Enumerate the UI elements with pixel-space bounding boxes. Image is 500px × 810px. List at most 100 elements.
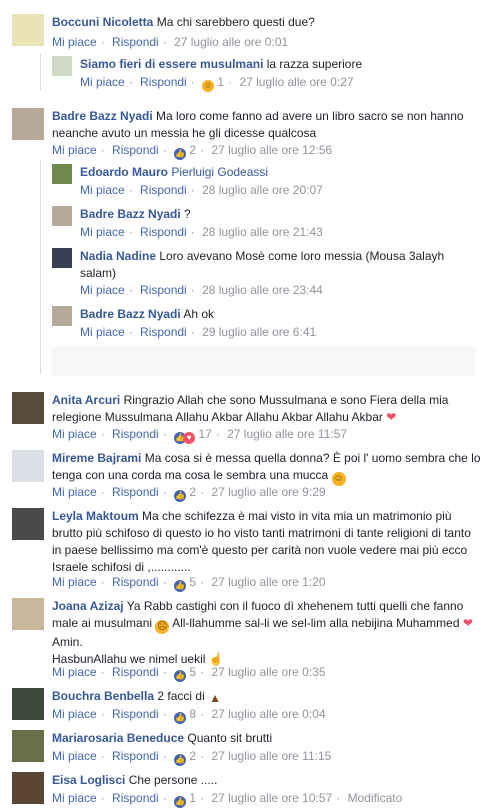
avatar[interactable] — [12, 14, 44, 46]
like-link[interactable]: Mi piace — [52, 665, 97, 679]
author-name[interactable]: Mariarosaria Beneduce — [52, 731, 184, 745]
like-link[interactable]: Mi piace — [80, 325, 125, 339]
reply-link[interactable]: Rispondi — [112, 143, 159, 157]
comment-text: Che persone ..... — [128, 773, 218, 787]
author-name[interactable]: Edoardo Mauro — [80, 165, 168, 179]
timestamp[interactable]: 27 luglio alle ore 11:57 — [227, 427, 347, 441]
like-reaction-icon[interactable]: 👍 — [174, 796, 187, 808]
timestamp[interactable]: 27 luglio alle ore 0:04 — [211, 707, 325, 721]
like-link[interactable]: Mi piace — [52, 143, 97, 157]
timestamp[interactable]: 27 luglio alle ore 12:56 — [211, 143, 332, 157]
author-name[interactable]: Mireme Bajrami — [52, 451, 141, 465]
reply-link[interactable]: Rispondi — [112, 749, 159, 763]
author-name[interactable]: Siamo fieri di essere musulmani — [80, 57, 263, 71]
timestamp[interactable]: 27 luglio alle ore 1:20 — [211, 575, 325, 589]
like-link[interactable]: Mi piace — [52, 707, 97, 721]
reaction-count[interactable]: 2 — [189, 485, 196, 499]
like-link[interactable]: Mi piace — [80, 183, 125, 197]
comment-text: ? — [184, 207, 191, 221]
author-name[interactable]: Badre Bazz Nyadi — [80, 207, 181, 221]
author-name[interactable]: Badre Bazz Nyadi — [52, 109, 153, 123]
avatar[interactable] — [12, 392, 44, 424]
mention-link[interactable]: Pierluigi Godeassi — [171, 165, 268, 179]
avatar[interactable] — [12, 688, 44, 720]
timestamp[interactable]: 27 luglio alle ore 0:27 — [239, 75, 353, 89]
timestamp[interactable]: 28 luglio alle ore 20:07 — [202, 183, 323, 197]
reply-link[interactable]: Rispondi — [112, 427, 159, 441]
reaction-count[interactable]: 2 — [189, 143, 196, 157]
author-name[interactable]: Bouchra Benbella — [52, 689, 154, 703]
like-reaction-icon[interactable]: 👍 — [174, 754, 187, 766]
timestamp[interactable]: 29 luglio alle ore 6:41 — [202, 325, 316, 339]
author-name[interactable]: Leyla Maktoum — [52, 509, 139, 523]
reply-link[interactable]: Rispondi — [140, 75, 187, 89]
laugh-reaction-icon[interactable]: ☺ — [202, 80, 215, 92]
comment-actions: Mi piace · Rispondi · 👍 2 · 27 luglio alle … — [52, 485, 326, 502]
reply-input-blurred[interactable] — [52, 347, 474, 375]
comment-text-block: Mariarosaria Beneduce Quanto sit brutti — [52, 730, 482, 747]
comment-actions: Mi piace · Rispondi · 👍 2 · 27 luglio alle … — [52, 749, 332, 766]
reaction-count[interactable]: 1 — [217, 75, 224, 89]
timestamp[interactable]: 27 luglio alle ore 0:35 — [211, 665, 325, 679]
like-link[interactable]: Mi piace — [52, 791, 97, 805]
avatar[interactable] — [52, 306, 72, 326]
avatar[interactable] — [12, 508, 44, 540]
like-reaction-icon[interactable]: 👍 — [174, 148, 187, 160]
author-name[interactable]: Anita Arcuri — [52, 393, 120, 407]
timestamp[interactable]: 27 luglio alle ore 9:29 — [211, 485, 325, 499]
like-link[interactable]: Mi piace — [80, 225, 125, 239]
like-link[interactable]: Mi piace — [52, 35, 97, 49]
like-reaction-icon[interactable]: 👍 — [174, 670, 187, 682]
avatar[interactable] — [12, 450, 44, 482]
reply-link[interactable]: Rispondi — [140, 325, 187, 339]
reaction-count[interactable]: 8 — [189, 707, 196, 721]
reply-link[interactable]: Rispondi — [112, 575, 159, 589]
reaction-count[interactable]: 5 — [189, 665, 196, 679]
author-name[interactable]: Eisa Loglisci — [52, 773, 125, 787]
reply-link[interactable]: Rispondi — [140, 283, 187, 297]
like-link[interactable]: Mi piace — [80, 283, 125, 297]
comment-text: la razza superiore — [266, 57, 363, 71]
reply-link[interactable]: Rispondi — [112, 665, 159, 679]
avatar[interactable] — [12, 598, 44, 630]
comment-text: Amin. — [52, 635, 83, 649]
comment-text-block: Badre Bazz Nyadi ? — [80, 206, 480, 223]
like-link[interactable]: Mi piace — [80, 75, 125, 89]
timestamp[interactable]: 28 luglio alle ore 21:43 — [202, 225, 323, 239]
avatar[interactable] — [52, 248, 72, 268]
timestamp[interactable]: 27 luglio alle ore 10:57 — [211, 791, 332, 805]
timestamp[interactable]: 28 luglio alle ore 23:44 — [202, 283, 323, 297]
reaction-count[interactable]: 5 — [189, 575, 196, 589]
author-name[interactable]: Badre Bazz Nyadi — [80, 307, 181, 321]
avatar[interactable] — [12, 108, 44, 140]
reply-link[interactable]: Rispondi — [112, 485, 159, 499]
avatar[interactable] — [52, 164, 72, 184]
reply-link[interactable]: Rispondi — [140, 183, 187, 197]
reaction-count[interactable]: 17 — [198, 427, 211, 441]
avatar[interactable] — [52, 206, 72, 226]
like-reaction-icon[interactable]: 👍 — [174, 580, 187, 592]
reply-link[interactable]: Rispondi — [112, 791, 159, 805]
reaction-count[interactable]: 1 — [189, 791, 196, 805]
reply-link[interactable]: Rispondi — [140, 225, 187, 239]
love-reaction-icon[interactable]: ♥ — [183, 432, 196, 444]
like-link[interactable]: Mi piace — [52, 485, 97, 499]
edited-label[interactable]: Modificato — [348, 791, 403, 805]
like-link[interactable]: Mi piace — [52, 575, 97, 589]
like-link[interactable]: Mi piace — [52, 427, 97, 441]
timestamp[interactable]: 27 luglio alle ore 0:01 — [174, 35, 288, 49]
author-name[interactable]: Joana Azizaj — [52, 599, 124, 613]
comment-text-block: Mireme Bajrami Ma cosa si è messa quella… — [52, 450, 482, 486]
timestamp[interactable]: 27 luglio alle ore 11:15 — [211, 749, 331, 763]
like-link[interactable]: Mi piace — [52, 749, 97, 763]
avatar[interactable] — [52, 56, 72, 76]
reply-link[interactable]: Rispondi — [112, 707, 159, 721]
avatar[interactable] — [12, 730, 44, 762]
avatar[interactable] — [12, 772, 44, 804]
reply-link[interactable]: Rispondi — [112, 35, 159, 49]
reaction-count[interactable]: 2 — [189, 749, 196, 763]
like-reaction-icon[interactable]: 👍 — [174, 490, 187, 502]
author-name[interactable]: Boccuni Nicoletta — [52, 15, 153, 29]
author-name[interactable]: Nadia Nadine — [80, 249, 156, 263]
like-reaction-icon[interactable]: 👍 — [174, 712, 187, 724]
